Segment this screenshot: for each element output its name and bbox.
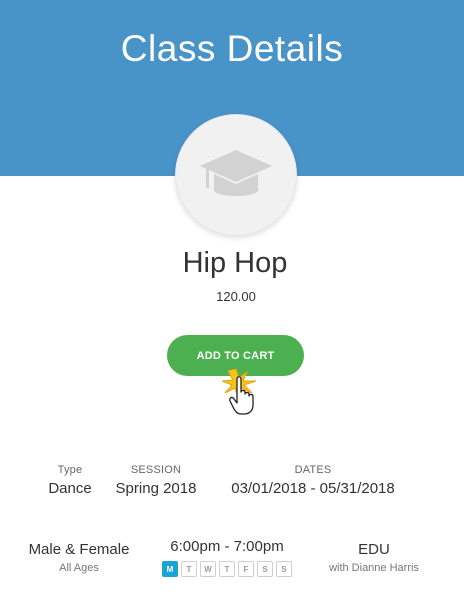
type-column: Type Dance [35, 464, 105, 497]
class-name: Hip Hop [182, 247, 288, 279]
day-thursday[interactable]: T [219, 561, 235, 577]
session-value: Spring 2018 [115, 480, 197, 497]
class-price: 120.00 [216, 289, 256, 304]
day-monday[interactable]: M [162, 561, 178, 577]
graduation-cap-icon [200, 150, 272, 196]
day-tuesday[interactable]: T [181, 561, 197, 577]
type-label: Type [57, 464, 83, 476]
schedule-column: 6:00pm - 7:00pm M T W T F S S [147, 538, 307, 577]
day-sunday[interactable]: S [276, 561, 292, 577]
session-label: SESSION [130, 464, 182, 476]
session-column: SESSION Spring 2018 [106, 464, 206, 497]
time-value: 6:00pm - 7:00pm [170, 538, 284, 555]
location-value: EDU [358, 541, 390, 558]
dates-column: DATES 03/01/2018 - 05/31/2018 [212, 464, 414, 497]
gender-value: Male & Female [28, 541, 130, 558]
dates-value: 03/01/2018 - 05/31/2018 [231, 480, 395, 497]
day-wednesday[interactable]: W [200, 561, 216, 577]
dates-label: DATES [294, 464, 332, 476]
ages-value: All Ages [59, 562, 99, 574]
hand-pointer-icon [222, 368, 257, 415]
page-title: Class Details [120, 28, 344, 69]
instructor-value: with Dianne Harris [329, 562, 419, 574]
audience-column: Male & Female All Ages [18, 541, 140, 574]
type-value: Dance [48, 480, 92, 497]
class-avatar [175, 114, 297, 236]
location-column: EDU with Dianne Harris [314, 541, 434, 574]
day-saturday[interactable]: S [257, 561, 273, 577]
day-friday[interactable]: F [238, 561, 254, 577]
weekday-selector: M T W T F S S [147, 561, 307, 577]
